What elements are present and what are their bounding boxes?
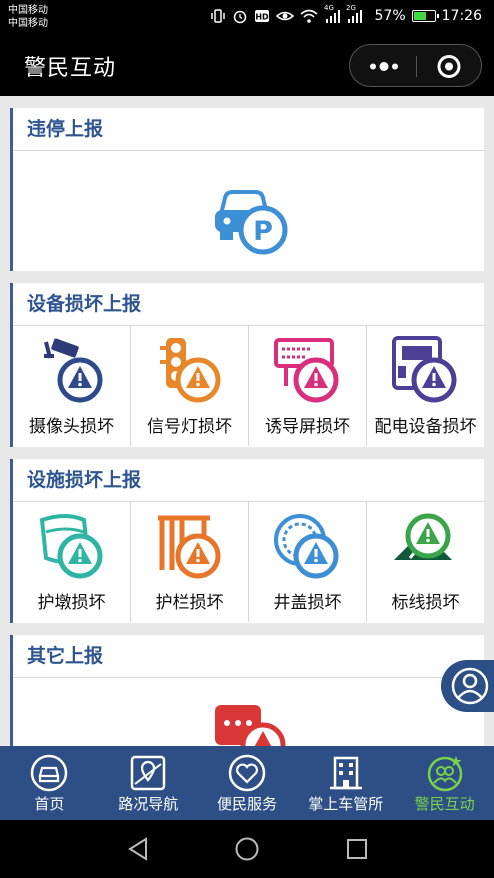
road-marking-damage-item[interactable]: 标线损坏 bbox=[367, 502, 484, 622]
recents-icon[interactable] bbox=[345, 836, 369, 862]
back-icon[interactable] bbox=[126, 836, 150, 862]
section-facility-damage: 设施损坏上报 护墩损坏 护栏损坏 井盖损坏 标线损坏 bbox=[10, 459, 484, 623]
people-icon bbox=[427, 756, 462, 792]
tab-label: 便民服务 bbox=[216, 795, 277, 813]
section-title: 其它上报 bbox=[13, 635, 484, 678]
carrier-2: 中国移动 bbox=[8, 18, 48, 29]
road-marking-warning-icon bbox=[393, 513, 452, 560]
battery-icon bbox=[411, 10, 439, 22]
user-icon bbox=[451, 667, 489, 705]
heart-icon bbox=[228, 754, 266, 792]
car-front-icon bbox=[31, 754, 68, 792]
manhole-damage-item[interactable]: 井盖损坏 bbox=[249, 502, 367, 622]
other-report-icon[interactable] bbox=[211, 703, 289, 746]
status-icons: HD 4G 2G bbox=[210, 4, 362, 24]
tab-navigation[interactable]: 路况导航 bbox=[99, 746, 198, 820]
signal-2-label: 2G bbox=[346, 4, 356, 12]
bollard-damage-item[interactable]: 护墩损坏 bbox=[13, 502, 131, 622]
section-title: 设备损坏上报 bbox=[13, 283, 484, 326]
signal-light-damage-item[interactable]: 信号灯损坏 bbox=[131, 326, 249, 446]
tab-interaction[interactable]: 警民互动 bbox=[395, 746, 494, 820]
tab-label: 首页 bbox=[34, 795, 65, 813]
section-equipment-damage: 设备损坏上报 摄像头损坏 信号灯损坏 诱导屏损坏 配电设备损坏 bbox=[10, 283, 484, 447]
alarm-icon bbox=[233, 10, 247, 24]
item-label: 配电设备损坏 bbox=[374, 417, 477, 437]
section-other-report: 其它上报 bbox=[10, 635, 484, 746]
content-area: 违停上报 P 设备损坏上报 摄像头损坏 信号灯损坏 诱导屏损坏 配电设备损坏 设… bbox=[0, 96, 494, 746]
camera-damage-item[interactable]: 摄像头损坏 bbox=[13, 326, 131, 446]
clock: 17:26 bbox=[441, 8, 482, 24]
battery-percent: 57% bbox=[374, 8, 406, 24]
bollard-warning-icon bbox=[39, 514, 102, 579]
signal-1-label: 4G bbox=[324, 4, 334, 12]
svg-text:P: P bbox=[253, 216, 273, 247]
mini-program-capsule bbox=[349, 44, 482, 87]
system-nav-bar bbox=[0, 820, 494, 878]
section-title: 设施损坏上报 bbox=[13, 459, 484, 502]
capsule-divider bbox=[416, 56, 417, 77]
guidance-screen-damage-item[interactable]: 诱导屏损坏 bbox=[249, 326, 367, 446]
home-icon[interactable] bbox=[234, 836, 260, 862]
parking-report-icon[interactable]: P bbox=[211, 182, 289, 256]
tab-services[interactable]: 便民服务 bbox=[198, 746, 297, 820]
item-label: 摄像头损坏 bbox=[29, 417, 114, 437]
status-bar: 中国移动 中国移动 HD 4G 2G 57% 17:26 bbox=[0, 0, 494, 34]
carrier-1: 中国移动 bbox=[8, 5, 48, 16]
item-label: 护栏损坏 bbox=[155, 593, 224, 613]
close-icon[interactable] bbox=[434, 53, 464, 80]
item-label: 信号灯损坏 bbox=[147, 417, 232, 437]
guardrail-damage-item[interactable]: 护栏损坏 bbox=[131, 502, 249, 622]
section-title: 违停上报 bbox=[13, 108, 484, 151]
tab-home[interactable]: 首页 bbox=[0, 746, 99, 820]
guidance-screen-warning-icon bbox=[273, 338, 338, 403]
item-label: 护墩损坏 bbox=[37, 593, 106, 613]
wifi-icon bbox=[300, 9, 318, 23]
section-illegal-parking: 违停上报 P bbox=[10, 108, 484, 271]
item-label: 诱导屏损坏 bbox=[265, 417, 350, 437]
page-title: 警民互动 bbox=[24, 56, 117, 81]
item-label: 标线损坏 bbox=[391, 593, 460, 613]
item-label: 井盖损坏 bbox=[273, 593, 342, 613]
map-pin-icon bbox=[130, 755, 166, 791]
power-equipment-damage-item[interactable]: 配电设备损坏 bbox=[367, 326, 484, 446]
eye-icon bbox=[276, 11, 294, 21]
vibrate-icon bbox=[211, 9, 225, 23]
camera-warning-icon bbox=[43, 338, 102, 403]
tab-bar: 首页 路况导航 便民服务 掌上车管所 警民互动 bbox=[0, 746, 494, 820]
guardrail-warning-icon bbox=[157, 515, 220, 579]
building-icon bbox=[329, 756, 362, 790]
svg-text:HD: HD bbox=[255, 13, 269, 22]
tab-label: 掌上车管所 bbox=[308, 795, 384, 813]
hd-icon: HD bbox=[255, 10, 269, 22]
manhole-warning-icon bbox=[273, 514, 338, 579]
power-box-warning-icon bbox=[391, 336, 456, 403]
tab-label: 路况导航 bbox=[118, 795, 179, 813]
more-icon[interactable] bbox=[364, 53, 404, 80]
user-float-button[interactable] bbox=[441, 660, 494, 712]
tab-vehicle-office[interactable]: 掌上车管所 bbox=[296, 746, 395, 820]
title-bar: 警民互动 bbox=[0, 34, 494, 96]
traffic-light-warning-icon bbox=[159, 338, 220, 403]
tab-label: 警民互动 bbox=[414, 795, 475, 813]
